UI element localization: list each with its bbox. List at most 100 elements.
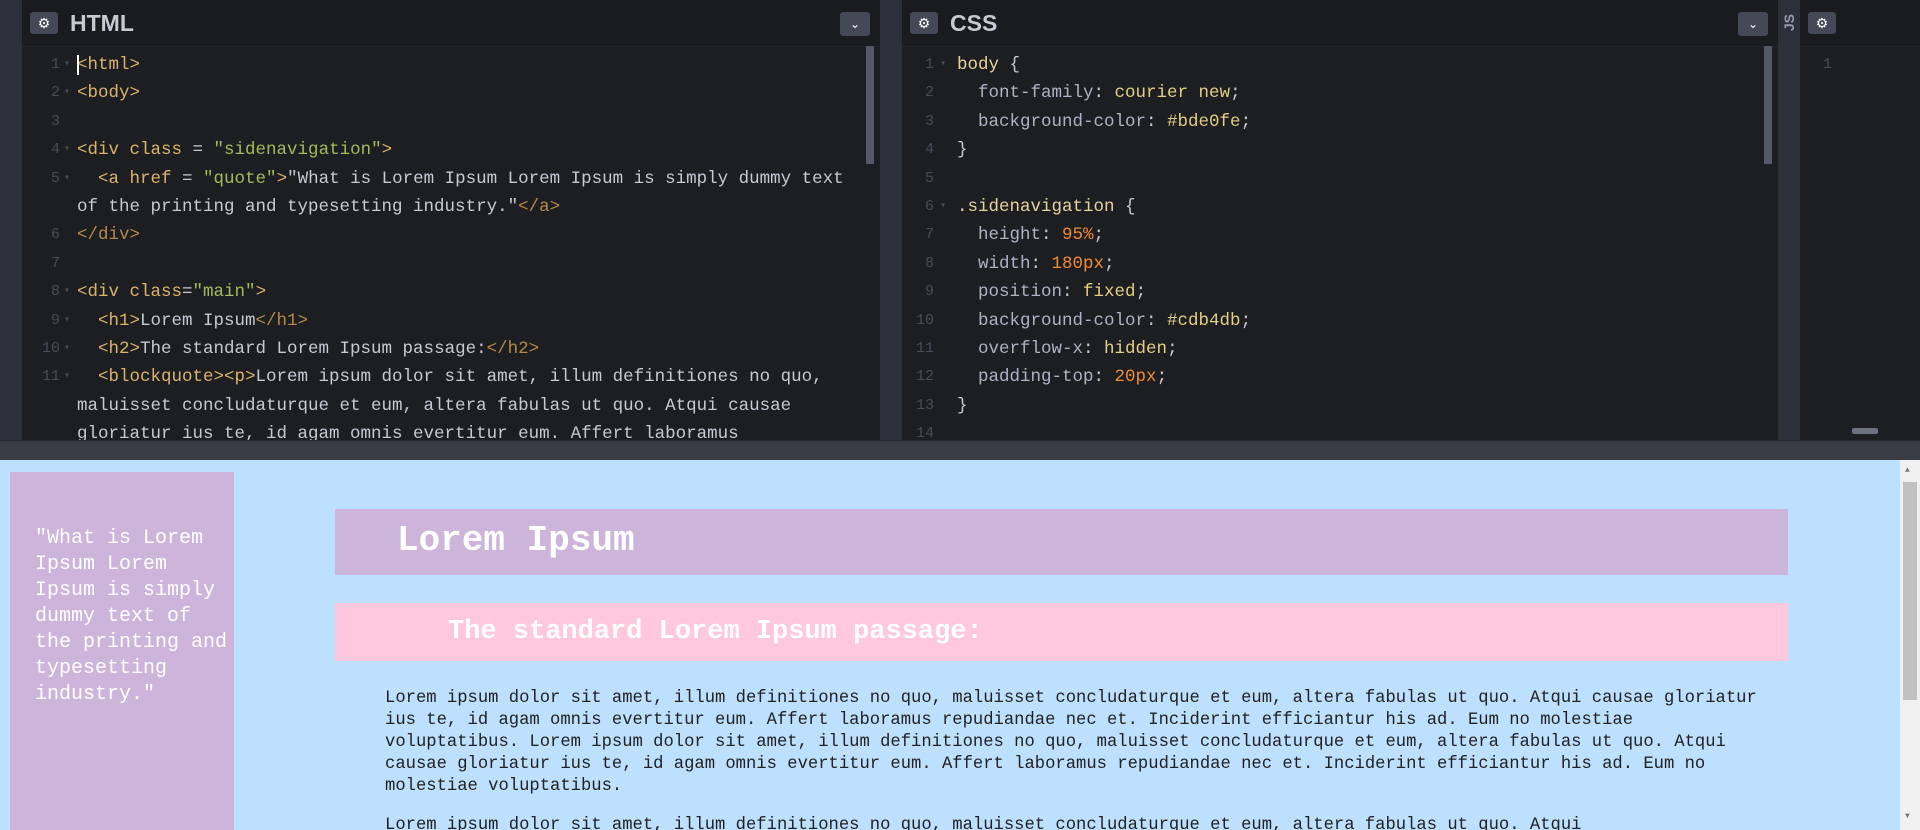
css-code-line[interactable]: } — [957, 392, 968, 420]
scroll-up-arrow-icon[interactable]: ▲ — [1905, 466, 1910, 475]
html-code-token: maluisset concludaturque et eum, altera … — [77, 395, 792, 416]
html-code-line[interactable]: <h1>Lorem Ipsum</h1> — [77, 307, 308, 335]
css-pane-header: ⚙ CSS ⌄ — [902, 0, 1778, 47]
css-code-token: padding-top — [957, 367, 1094, 388]
css-fold-arrow-icon[interactable]: ▾ — [940, 51, 946, 79]
css-code-token: background-color — [957, 310, 1147, 331]
css-code-line[interactable]: height: 95%; — [957, 221, 1104, 249]
html-fold-arrow-icon[interactable]: ▾ — [64, 307, 70, 335]
html-code-token: = — [182, 140, 214, 161]
css-code-token: ; — [1240, 111, 1252, 132]
js-pane-drag-handle[interactable] — [1852, 428, 1878, 434]
html-code-line[interactable]: <h2>The standard Lorem Ipsum passage:</h… — [77, 335, 539, 363]
html-fold-arrow-icon[interactable]: ▾ — [64, 278, 70, 306]
html-code-token: "main" — [192, 282, 256, 303]
css-code-token: } — [957, 140, 968, 161]
html-code-line[interactable]: <div class="main"> — [77, 278, 266, 306]
left-gutter — [0, 0, 22, 440]
html-fold-arrow-icon[interactable]: ▾ — [64, 136, 70, 164]
css-code-line[interactable]: background-color: #bde0fe; — [957, 108, 1251, 136]
html-code-line[interactable]: maluisset concludaturque et eum, altera … — [77, 392, 791, 420]
editor-preview-resize-bar[interactable] — [0, 440, 1920, 461]
css-line-number: 2 — [924, 84, 934, 102]
css-code-token: body — [957, 55, 1000, 75]
html-code-token: </h1> — [255, 310, 309, 331]
quote-link[interactable]: "What is Lorem Ipsum Lorem Ipsum is simp… — [35, 526, 235, 708]
html-code-line[interactable]: <blockquote><p>Lorem ipsum dolor sit ame… — [77, 363, 823, 391]
html-code-token: = — [171, 168, 204, 189]
html-code-token: gloriatur ius te, id agam omnis evertitu… — [77, 424, 739, 440]
css-code-line[interactable]: font-family: courier new; — [957, 79, 1241, 107]
preview-scrollbar-thumb[interactable] — [1903, 482, 1917, 700]
html-collapse-chevron-icon[interactable]: ⌄ — [840, 12, 870, 36]
html-fold-arrow-icon[interactable]: ▾ — [64, 165, 70, 193]
preview-output: "What is Lorem Ipsum Lorem Ipsum is simp… — [0, 460, 1920, 830]
html-line-number: 6 — [50, 226, 60, 244]
html-editor-scrollbar[interactable] — [866, 46, 874, 164]
html-code-token: > — [381, 140, 393, 161]
html-code-editor[interactable]: 1 ▾ <html> 2 ▾ <body> 3 4 ▾ <div class = "sidenav… — [22, 51, 866, 440]
css-code-token: { — [1114, 197, 1136, 217]
html-line-number: 9 — [50, 311, 60, 329]
html-code-token: </div> — [77, 225, 141, 246]
css-js-resize-handle[interactable] — [1778, 0, 1800, 440]
html-css-resize-handle[interactable] — [880, 0, 902, 440]
css-code-line[interactable]: padding-top: 20px; — [957, 363, 1167, 391]
css-code-token: width — [957, 253, 1031, 274]
css-code-token: ; — [1156, 367, 1168, 388]
html-code-line[interactable]: <div class = "sidenavigation"> — [77, 136, 392, 164]
html-code-token: <h2> — [77, 339, 141, 359]
html-code-line[interactable]: <body> — [77, 79, 140, 107]
css-code-token: overflow-x — [957, 339, 1084, 359]
css-line-number: 10 — [915, 311, 934, 329]
css-code-line[interactable]: .sidenavigation { — [957, 193, 1136, 221]
html-code-token: <div — [77, 282, 130, 303]
css-code-editor[interactable]: 1 ▾ body {2 font-family: courier new; 3 bac… — [902, 51, 1764, 440]
css-code-line[interactable]: width: 180px; — [957, 250, 1115, 278]
css-settings-gear-icon[interactable]: ⚙ — [910, 12, 938, 34]
css-code-line[interactable]: position: fixed; — [957, 278, 1146, 306]
css-code-token: background-color — [957, 111, 1147, 132]
html-fold-arrow-icon[interactable]: ▾ — [64, 363, 70, 391]
html-code-token: <blockquote><p> — [77, 367, 256, 388]
css-line-number: 4 — [924, 141, 934, 159]
css-code-line[interactable]: } — [957, 136, 968, 164]
css-code-token: { — [999, 55, 1021, 75]
css-code-token: } — [957, 395, 968, 416]
css-code-line[interactable]: overflow-x: hidden; — [957, 335, 1178, 363]
css-editor-scrollbar[interactable] — [1764, 46, 1772, 164]
html-code-line[interactable]: </div> — [77, 221, 140, 249]
js-code-editor[interactable]: 1 — [1800, 51, 1906, 440]
html-code-line[interactable]: gloriatur ius te, id agam omnis evertitu… — [77, 420, 739, 440]
css-collapse-chevron-icon[interactable]: ⌄ — [1738, 12, 1768, 36]
html-code-token: Lorem Ipsum — [140, 310, 256, 331]
css-code-token: : — [1093, 83, 1115, 104]
css-line-number: 8 — [924, 254, 934, 272]
css-code-token: 180px — [1051, 253, 1105, 274]
js-pane-collapsed-label[interactable]: JS — [1781, 14, 1797, 31]
js-settings-gear-icon[interactable]: ⚙ — [1808, 12, 1836, 34]
css-code-token: ; — [1230, 83, 1241, 104]
preview-scrollbar[interactable]: ▲ ▼ — [1900, 460, 1920, 830]
css-code-line[interactable]: background-color: #cdb4db; — [957, 307, 1251, 335]
html-code-token: href — [129, 168, 172, 189]
css-code-token: : — [1083, 339, 1105, 359]
html-code-token: <h1> — [77, 310, 141, 331]
js-line-number: 1 — [1822, 56, 1832, 73]
html-fold-arrow-icon[interactable]: ▾ — [64, 51, 70, 79]
html-code-line[interactable]: <a href = "quote">"What is Lorem Ipsum L… — [77, 165, 844, 193]
html-fold-arrow-icon[interactable]: ▾ — [64, 335, 70, 363]
css-editor-pane: ⚙ CSS ⌄ 1 ▾ body {2 font-family: courier n… — [902, 0, 1778, 440]
html-code-line[interactable]: <html> — [77, 51, 140, 79]
css-line-number: 11 — [915, 340, 934, 357]
text-cursor — [77, 55, 79, 75]
html-code-line[interactable]: of the printing and typesetting industry… — [77, 193, 560, 221]
css-code-line[interactable]: body { — [957, 51, 1020, 79]
main-heading: Lorem Ipsum — [397, 520, 635, 561]
css-fold-arrow-icon[interactable]: ▾ — [940, 193, 946, 221]
scroll-down-arrow-icon[interactable]: ▼ — [1905, 812, 1910, 821]
html-settings-gear-icon[interactable]: ⚙ — [30, 12, 58, 34]
css-code-token: : — [1146, 111, 1168, 132]
html-code-token: class — [129, 140, 183, 161]
html-fold-arrow-icon[interactable]: ▾ — [64, 79, 70, 107]
